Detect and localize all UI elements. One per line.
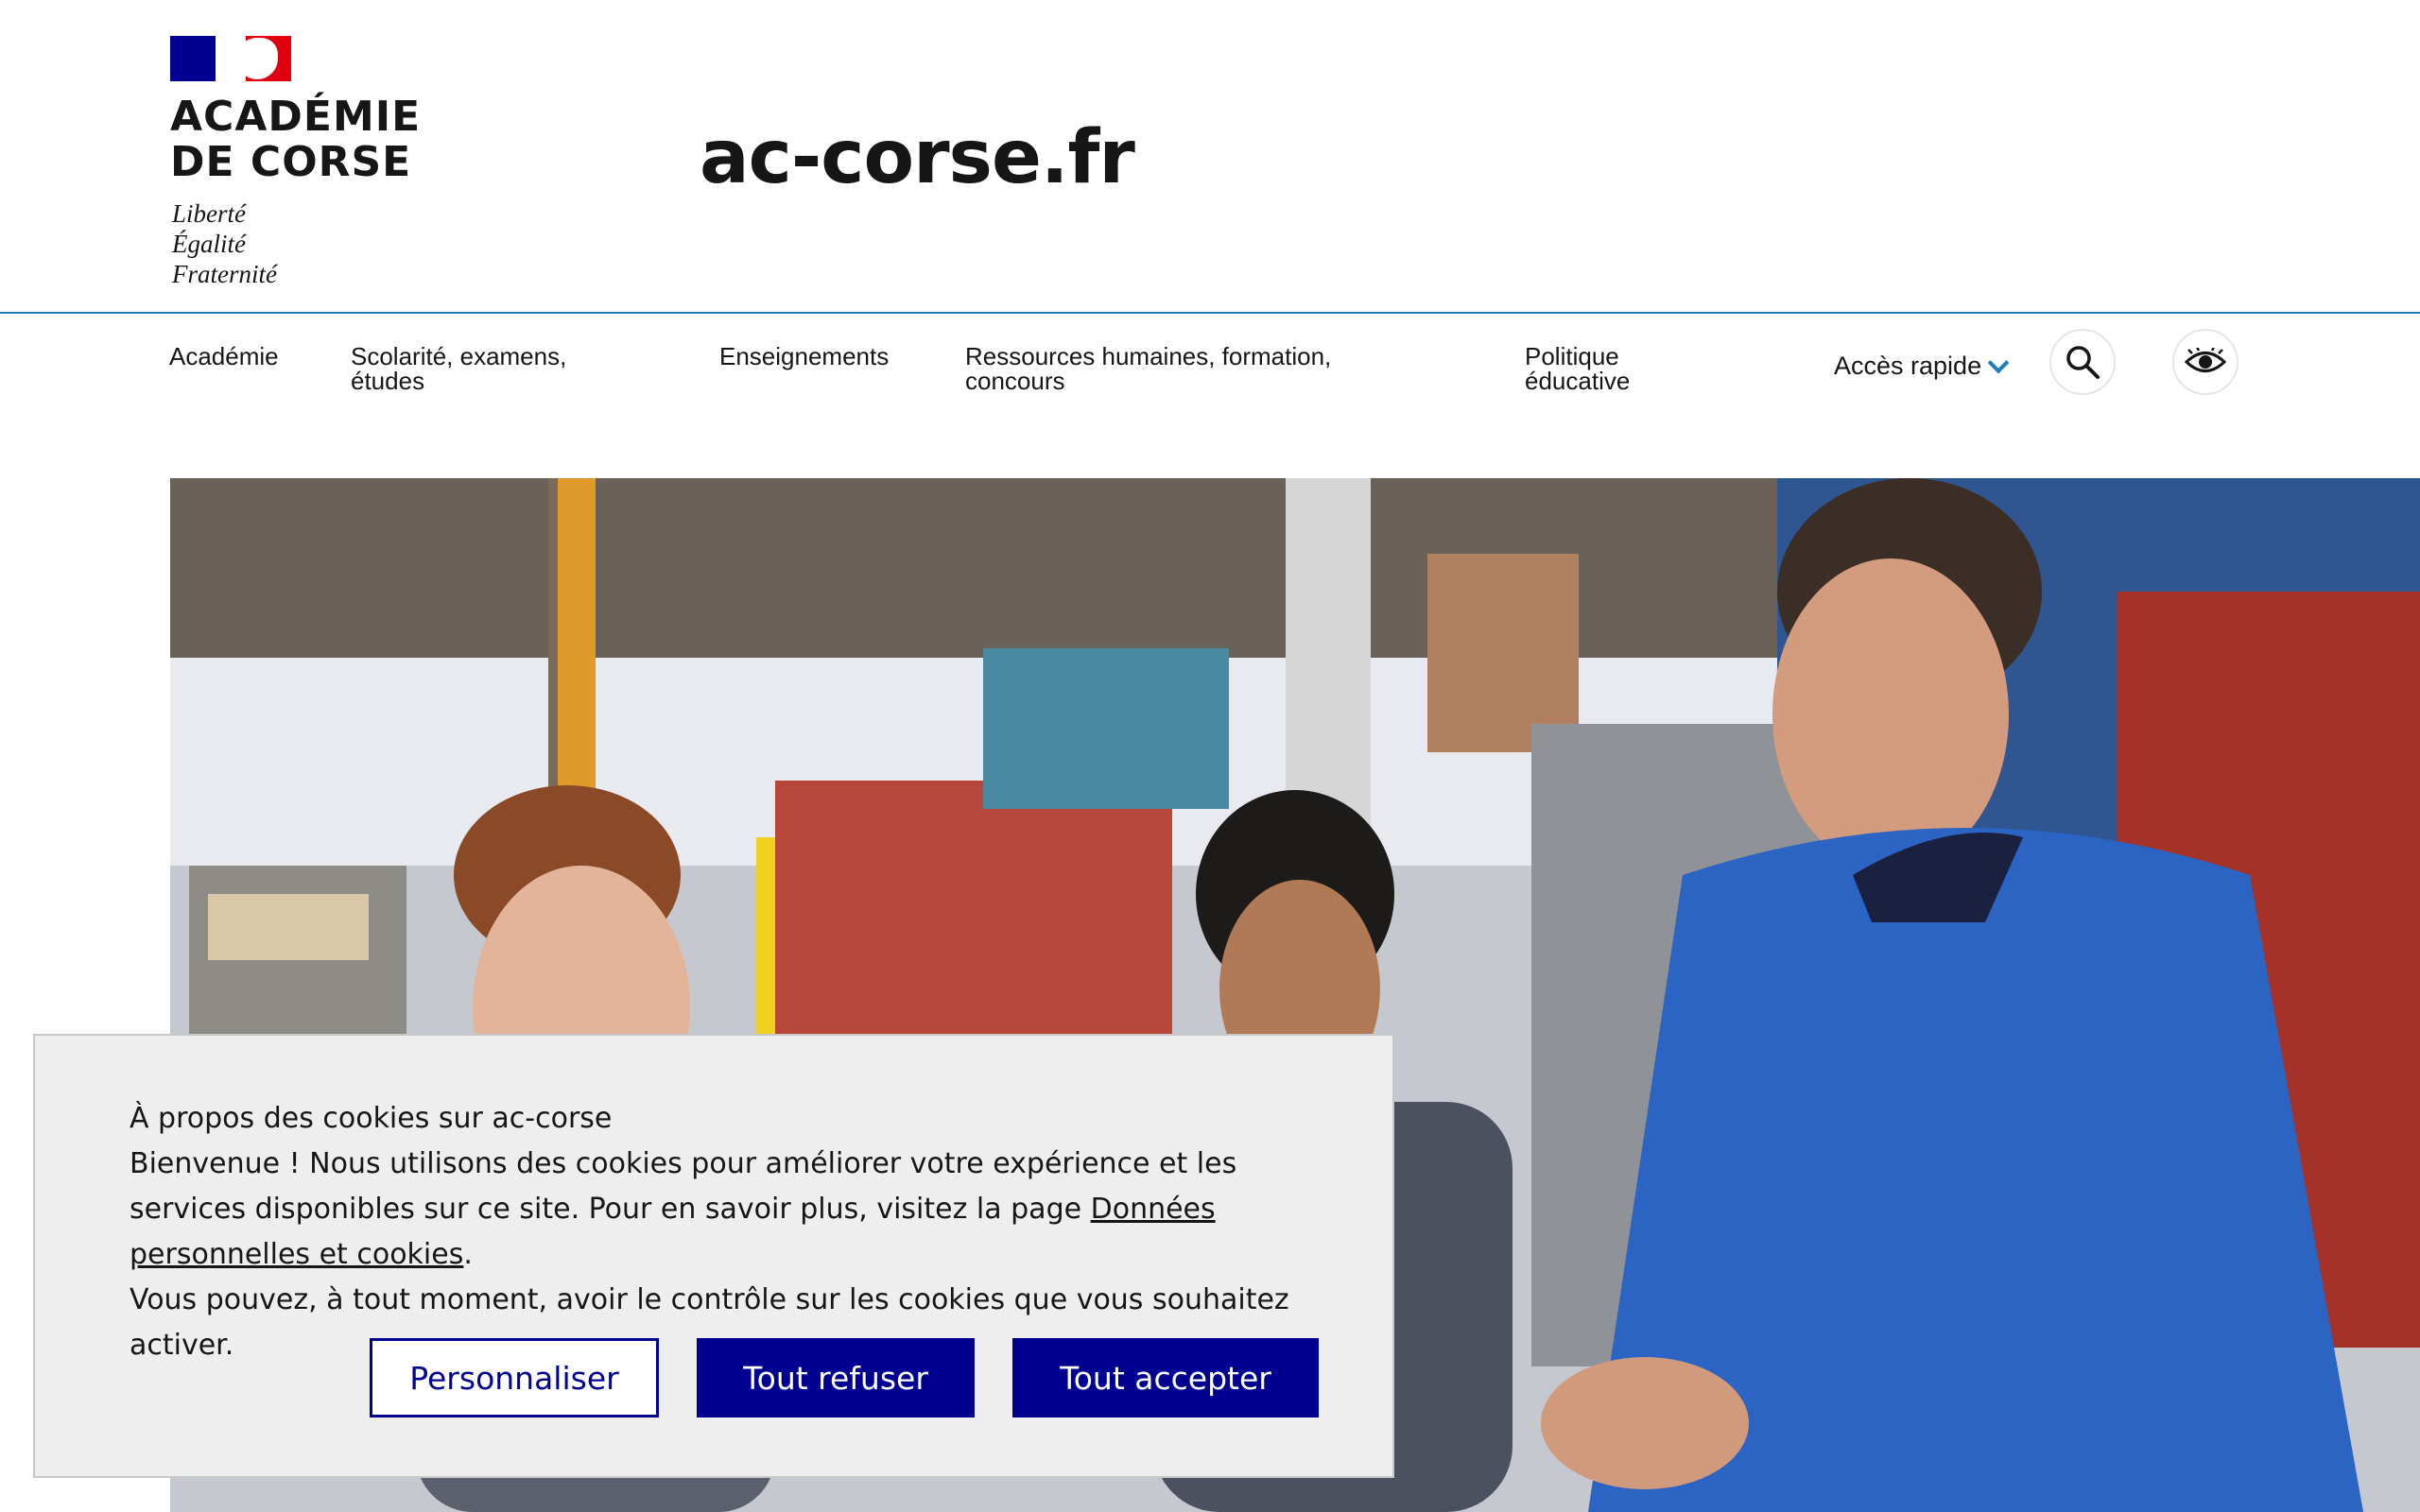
search-button[interactable]: [2049, 329, 2116, 395]
cookie-text: À propos des cookies sur ac-corse Bienve…: [130, 1096, 1321, 1368]
nav-item-label-line2: concours: [965, 367, 1065, 395]
nav-item-academie[interactable]: Académie: [169, 344, 279, 369]
cookie-title: À propos des cookies sur ac-corse: [130, 1102, 613, 1135]
nav-item-label: Enseignements: [719, 342, 890, 370]
logo-motto: Liberté Égalité Fraternité: [172, 199, 277, 288]
accept-all-button[interactable]: Tout accepter: [1012, 1338, 1319, 1418]
cookie-banner: À propos des cookies sur ac-corse Bienve…: [33, 1034, 1394, 1478]
nav-item-politique-educative[interactable]: Politique éducative: [1525, 344, 1630, 393]
accessibility-button[interactable]: [2172, 329, 2238, 395]
site-name[interactable]: ac-corse.fr: [700, 115, 1135, 200]
academy-logo[interactable]: ACADÉMIE DE CORSE Liberté Égalité Frater…: [170, 36, 444, 291]
main-nav: Académie Scolarité, examens, études Ense…: [0, 316, 2420, 457]
nav-item-label-line1: Ressources humaines, formation,: [965, 342, 1332, 370]
nav-item-label-line1: Scolarité, examens,: [351, 342, 567, 370]
cookie-buttons: Personnaliser Tout refuser Tout accepter: [370, 1338, 1319, 1418]
refuse-all-button[interactable]: Tout refuser: [697, 1338, 975, 1418]
cookie-body-part1: Bienvenue ! Nous utilisons des cookies p…: [130, 1147, 1237, 1226]
nav-item-scolarite[interactable]: Scolarité, examens, études: [351, 344, 566, 393]
eye-icon: [2185, 348, 2226, 372]
quick-access-label: Accès rapide: [1834, 352, 1982, 380]
customize-button[interactable]: Personnaliser: [370, 1338, 659, 1418]
nav-item-enseignements[interactable]: Enseignements: [719, 344, 889, 369]
nav-item-label-line1: Politique: [1525, 342, 1619, 370]
nav-item-label-line2: études: [351, 367, 425, 395]
cookie-body-part2: .: [463, 1238, 473, 1271]
search-icon: [2066, 346, 2100, 379]
chevron-down-icon: [1987, 352, 2010, 373]
nav-item-label-line2: éducative: [1525, 367, 1631, 395]
logo-name: ACADÉMIE DE CORSE: [170, 93, 422, 186]
site-header: ACADÉMIE DE CORSE Liberté Égalité Frater…: [0, 0, 2420, 314]
nav-item-ressources-humaines[interactable]: Ressources humaines, formation, concours: [965, 344, 1331, 393]
quick-access-dropdown[interactable]: Accès rapide: [1834, 352, 2010, 381]
nav-item-label: Académie: [169, 342, 279, 370]
cookie-body: Bienvenue ! Nous utilisons des cookies p…: [130, 1142, 1321, 1278]
marianne-logo: [170, 36, 291, 81]
